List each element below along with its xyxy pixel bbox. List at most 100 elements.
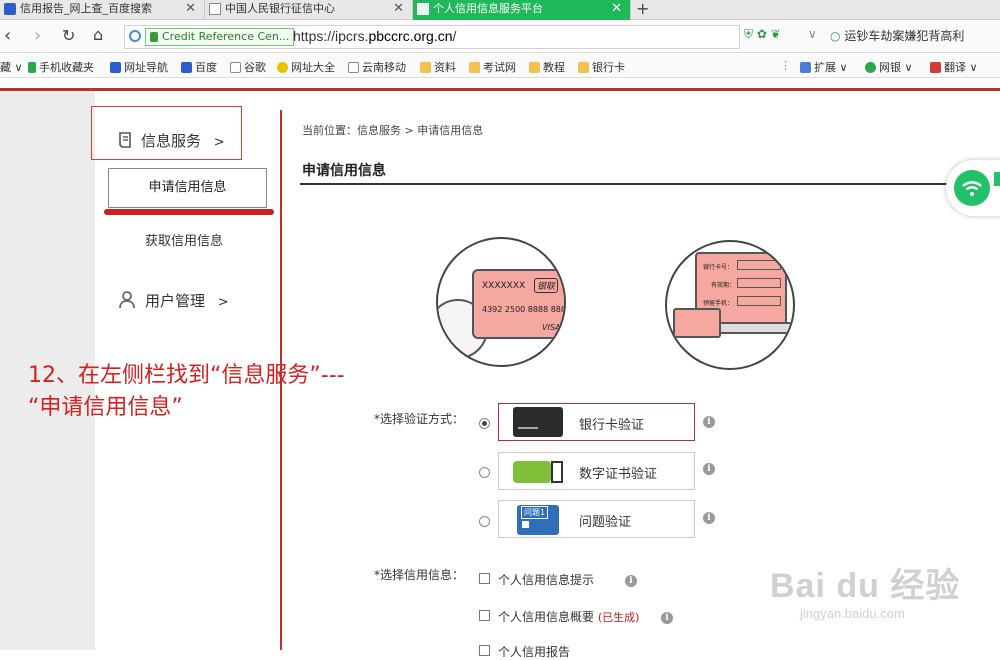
- sidebar-item-apply-credit[interactable]: 申请信用信息: [108, 168, 267, 208]
- radio-bank-card[interactable]: [479, 418, 490, 429]
- document-icon: [119, 132, 131, 148]
- baidu-paw-icon: [4, 3, 16, 15]
- tab-title: 个人信用信息服务平台: [433, 2, 543, 15]
- certificate-badge[interactable]: Credit Reference Cen...: [145, 28, 295, 46]
- info-icon[interactable]: i: [625, 575, 637, 587]
- radio-question[interactable]: [479, 516, 490, 527]
- forward-icon[interactable]: ›: [34, 25, 41, 46]
- sidebar-label: 信息服务: [141, 132, 202, 150]
- arrow-icon: [994, 172, 1000, 186]
- translate-button[interactable]: 翻译 ∨: [930, 59, 978, 75]
- security-icons[interactable]: ⛨ ✿ ❦: [744, 27, 781, 42]
- small-card: [673, 308, 721, 338]
- extension-icon: [800, 62, 811, 73]
- card-number: 4392 2500 8888 8888: [482, 305, 566, 314]
- bookmark-item[interactable]: 云南移动: [348, 59, 406, 75]
- close-icon[interactable]: ✕: [611, 0, 622, 18]
- close-icon[interactable]: ✕: [185, 0, 196, 18]
- tab-strip: 信用报告_网上查_百度搜索 ✕ 中国人民银行征信中心 ✕ 个人信用信息服务平台 …: [0, 0, 1000, 20]
- credit-info-label-text: 选择信用信息：: [380, 568, 465, 582]
- tab-baidu-search[interactable]: 信用报告_网上查_百度搜索 ✕: [0, 0, 205, 20]
- translate-icon: [930, 62, 941, 73]
- bookmark-item[interactable]: 网址导航: [110, 59, 168, 75]
- sidebar-item-get-credit[interactable]: 获取信用信息: [145, 230, 223, 249]
- folder-icon: [469, 62, 480, 73]
- page-icon: [230, 62, 241, 73]
- baidu-paw-icon: [181, 62, 192, 73]
- search-box[interactable]: ○ 运钞车劫案嫌犯背高利: [830, 27, 964, 44]
- search-icon: ○: [830, 29, 841, 43]
- extensions-button[interactable]: 扩展 ∨: [800, 59, 848, 75]
- header-rule: [0, 88, 1000, 91]
- more-icon[interactable]: ⋮: [780, 59, 791, 72]
- method-digital-cert[interactable]: 数字证书验证: [498, 452, 695, 490]
- reload-icon[interactable]: ↻: [62, 26, 75, 45]
- back-icon[interactable]: ‹: [4, 25, 11, 46]
- floating-wifi-widget[interactable]: [946, 160, 1000, 216]
- card-shape: XXXXXXX 银联 4392 2500 8888 8888 VISA: [472, 269, 566, 339]
- sidebar-label: 用户管理: [145, 292, 206, 310]
- url-text: https://ipcrs.pbccrc.org.cn/: [293, 28, 456, 44]
- phone-icon: [28, 62, 36, 73]
- folder-icon: [529, 62, 540, 73]
- method-label: 问题验证: [579, 515, 632, 530]
- bookmark-item[interactable]: 谷歌: [230, 59, 266, 75]
- baidu-watermark: Bai du 经验 jingyan.baidu.com: [760, 540, 1000, 630]
- usb-key-icon: [513, 461, 551, 483]
- search-text: 运钞车劫案嫌犯背高利: [844, 29, 965, 43]
- url-domain: pbccrc.org.cn: [368, 28, 453, 44]
- info-icon[interactable]: i: [703, 463, 715, 475]
- method-bank-card[interactable]: 银行卡验证: [498, 403, 695, 441]
- bookmark-item[interactable]: 网址大全: [277, 59, 335, 75]
- checkbox-credit-report[interactable]: [479, 645, 490, 656]
- url-suffix: /: [452, 28, 457, 44]
- extensions-label: 扩展: [814, 61, 836, 74]
- option-credit-report[interactable]: 个人信用报告: [498, 643, 570, 660]
- folder-icon: [420, 62, 431, 73]
- bank-card-icon: [513, 407, 563, 437]
- new-tab-button[interactable]: +: [636, 0, 649, 18]
- checkbox-credit-summary[interactable]: [479, 610, 490, 621]
- bookmarks-bar: 藏 ∨ 手机收藏夹 网址导航 百度 谷歌 网址大全 云南移动 资料 考试网 教程…: [0, 54, 1000, 78]
- tab-personal-credit[interactable]: 个人信用信息服务平台 ✕: [413, 0, 631, 20]
- card-name: XXXXXXX: [482, 281, 526, 291]
- annotation-line: “申请信用信息”: [28, 395, 183, 420]
- visa-logo: VISA: [542, 323, 561, 332]
- chevron-down-icon[interactable]: ∨: [808, 27, 817, 41]
- user-icon: [119, 291, 135, 309]
- info-icon[interactable]: i: [661, 612, 673, 624]
- baidu-paw-icon: [110, 62, 121, 73]
- netbank-button[interactable]: 网银 ∨: [865, 59, 913, 75]
- sidebar-item-info-service[interactable]: 信息服务 >: [117, 130, 225, 151]
- method-question[interactable]: 问题1 问题验证: [498, 500, 695, 538]
- bookmark-item[interactable]: 手机收藏夹: [28, 59, 94, 75]
- globe-icon: [129, 30, 141, 42]
- bookmark-item[interactable]: 银行卡: [578, 59, 625, 75]
- radio-digital-cert[interactable]: [479, 467, 490, 478]
- info-icon[interactable]: i: [703, 416, 715, 428]
- bookmark-item[interactable]: 考试网: [469, 59, 516, 75]
- card-stripe: [518, 427, 538, 429]
- bookmark-item[interactable]: 百度: [181, 59, 217, 75]
- close-icon[interactable]: ✕: [393, 0, 404, 18]
- bookmark-item[interactable]: 藏 ∨: [0, 59, 23, 75]
- form-field: [737, 278, 781, 288]
- option-credit-summary[interactable]: 个人信用信息概要 (已生成): [498, 608, 639, 625]
- bookmark-item[interactable]: 教程: [529, 59, 565, 75]
- translate-label: 翻译: [944, 61, 966, 74]
- breadcrumb: 当前位置：信息服务 > 申请信用信息: [302, 124, 484, 137]
- info-icon[interactable]: i: [703, 512, 715, 524]
- url-prefix: https://ipcrs.: [293, 28, 369, 44]
- option-credit-tip[interactable]: 个人信用信息提示: [498, 571, 594, 588]
- address-bar[interactable]: Credit Reference Cen... https://ipcrs.pb…: [124, 25, 740, 49]
- unionpay-logo: 银联: [534, 278, 559, 293]
- bookmark-label: 网址导航: [124, 61, 168, 74]
- sidebar-item-user-management[interactable]: 用户管理 >: [145, 290, 229, 311]
- tab-pbc-credit[interactable]: 中国人民银行征信中心 ✕: [205, 0, 413, 20]
- folder-icon: [578, 62, 589, 73]
- bookmark-item[interactable]: 资料: [420, 59, 456, 75]
- checkbox-credit-tip[interactable]: [479, 573, 490, 584]
- tutorial-annotation: 12、在左侧栏找到“信息服务”--- “申请信用信息”: [28, 360, 345, 424]
- verify-label-text: 选择验证方式：: [380, 412, 465, 426]
- home-icon[interactable]: ⌂: [93, 25, 103, 44]
